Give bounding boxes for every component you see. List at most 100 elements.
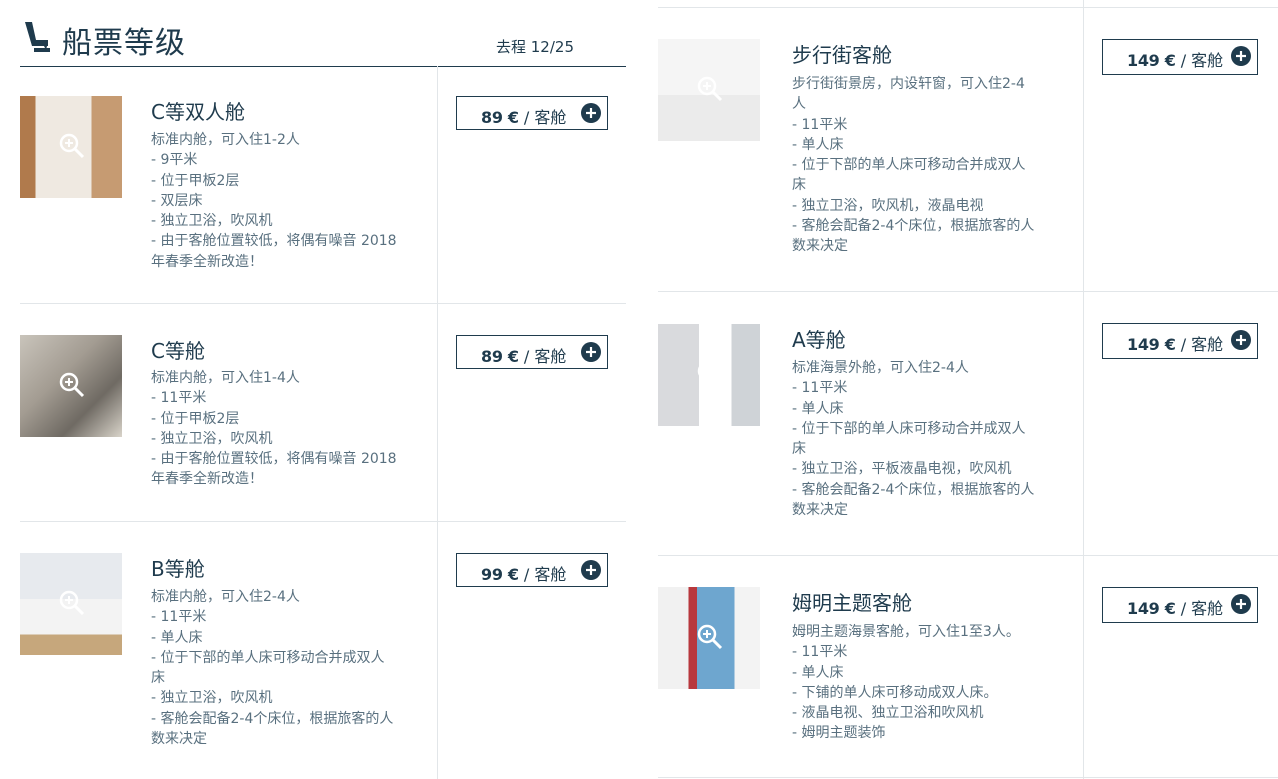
desc-line: - 由于客舱位置较低，将偶有噪音 2018 — [151, 233, 397, 250]
cabin-name: A等舱 — [792, 328, 846, 352]
desc-line: 姆明主题海景客舱，可入住1至3人。 — [792, 624, 1020, 640]
cabin-photo[interactable] — [20, 335, 122, 437]
desc-line: - 位于甲板2层 — [151, 410, 240, 427]
plus-circle-icon — [581, 342, 601, 362]
desc-line: 数来决定 — [792, 502, 848, 519]
zoom-in-icon — [697, 624, 723, 650]
cabin-photo[interactable] — [658, 587, 760, 689]
price-unit: / 客舱 — [1180, 51, 1224, 70]
desc-line: - 位于下部的单人床可移动合并成双人 — [151, 649, 385, 666]
desc-line: 年春季全新改造！ — [151, 253, 263, 270]
price-label: 99 € / 客舱 — [481, 561, 566, 585]
desc-line: - 由于客舱位置较低，将偶有噪音 2018 — [151, 451, 397, 468]
desc-line: - 单人床 — [792, 136, 844, 153]
plus-circle-icon — [581, 560, 601, 580]
price-value: 149 € — [1127, 335, 1176, 354]
cabin-name: B等舱 — [151, 557, 205, 581]
cabin-description: 标准内舱，可入住1-2人 - 9平米 - 位于甲板2层 - 双层床 - 独立卫浴… — [151, 130, 397, 272]
desc-line: 标准海景外舱，可入住2-4人 — [792, 360, 969, 376]
cabin-column-left: 船票等级 去程 12/25 C等双人舱 标准内舱，可入住1-2人 - 9平米 -… — [20, 0, 626, 779]
desc-line: - 独立卫浴，平板液晶电视，吹风机 — [792, 461, 1012, 478]
price-value: 149 € — [1127, 599, 1176, 618]
plus-circle-icon — [1231, 330, 1251, 350]
cabin-description: 标准海景外舱，可入住2-4人 - 11平米 - 单人床 - 位于下部的单人床可移… — [792, 358, 1034, 520]
desc-line: - 位于下部的单人床可移动合并成双人 — [792, 157, 1026, 174]
desc-line: - 客舱会配备2-4个床位，根据旅客的人 — [151, 710, 394, 727]
cabin-description: 标准内舱，可入住1-4人 - 11平米 - 位于甲板2层 - 独立卫浴，吹风机 … — [151, 368, 397, 490]
plus-circle-icon — [1231, 594, 1251, 614]
cabin-column-right: 步行街客舱 步行街街景房，内设轩窗，可入住2-4 人 - 11平米 - 单人床 … — [658, 0, 1278, 779]
cabin-photo[interactable] — [20, 96, 122, 198]
desc-line: 床 — [792, 441, 806, 458]
price-label: 89 € / 客舱 — [481, 104, 566, 128]
cabin-row: C等舱 标准内舱，可入住1-4人 - 11平米 - 位于甲板2层 - 独立卫浴，… — [20, 304, 626, 522]
desc-line: 数来决定 — [151, 731, 207, 748]
price-value: 89 € — [481, 108, 519, 127]
desc-line: - 独立卫浴，吹风机 — [151, 213, 273, 230]
price-unit: / 客舱 — [1180, 335, 1224, 354]
cabin-row: B等舱 标准内舱，可入住2-4人 - 11平米 - 单人床 - 位于下部的单人床… — [20, 522, 626, 779]
desc-line: 标准内舱，可入住1-4人 — [151, 370, 300, 386]
price-value: 99 € — [481, 565, 519, 584]
desc-line: - 11平米 — [792, 116, 848, 133]
price-label: 149 € / 客舱 — [1127, 595, 1223, 619]
cabin-photo[interactable] — [658, 324, 760, 426]
desc-line: 人 — [792, 96, 806, 113]
cabin-row: 姆明主题客舱 姆明主题海景客舱，可入住1至3人。 - 11平米 - 单人床 - … — [658, 556, 1278, 778]
seat-icon — [25, 22, 50, 52]
price-value: 149 € — [1127, 51, 1176, 70]
cabin-photo[interactable] — [20, 553, 122, 655]
add-cabin-button[interactable]: 149 € / 客舱 — [1102, 587, 1258, 623]
desc-line: - 客舱会配备2-4个床位，根据旅客的人 — [792, 481, 1035, 498]
price-unit: / 客舱 — [523, 347, 567, 366]
price-unit: / 客舱 — [523, 108, 567, 127]
cabin-photo[interactable] — [658, 39, 760, 141]
cabin-name: C等双人舱 — [151, 100, 245, 124]
price-value: 89 € — [481, 347, 519, 366]
header: 船票等级 去程 12/25 — [20, 0, 626, 67]
cabin-name: C等舱 — [151, 339, 205, 363]
desc-line: - 独立卫浴，吹风机 — [151, 690, 273, 707]
add-cabin-button[interactable]: 89 € / 客舱 — [456, 335, 608, 369]
desc-line: 标准内舱，可入住2-4人 — [151, 589, 300, 605]
add-cabin-button[interactable]: 149 € / 客舱 — [1102, 39, 1258, 75]
add-cabin-button[interactable]: 89 € / 客舱 — [456, 96, 608, 130]
cabin-name: 步行街客舱 — [792, 43, 892, 67]
zoom-in-icon — [697, 76, 723, 102]
desc-line: - 位于甲板2层 — [151, 172, 240, 189]
desc-line: - 11平米 — [151, 390, 207, 407]
plus-circle-icon — [1231, 46, 1251, 66]
zoom-in-icon — [697, 361, 723, 387]
desc-line: - 独立卫浴，吹风机 — [151, 430, 273, 447]
trip-date: 去程 12/25 — [496, 38, 574, 56]
add-cabin-button[interactable]: 99 € / 客舱 — [456, 553, 608, 587]
desc-line: - 11平米 — [792, 380, 848, 397]
desc-line: 标准内舱，可入住1-2人 — [151, 132, 300, 148]
desc-line: 年春季全新改造！ — [151, 471, 263, 488]
desc-line: - 液晶电视、独立卫浴和吹风机 — [792, 705, 984, 722]
zoom-in-icon — [59, 372, 85, 398]
desc-line: 床 — [792, 177, 806, 194]
desc-line: - 9平米 — [151, 152, 198, 169]
desc-line: - 姆明主题装饰 — [792, 725, 886, 742]
cabin-row: C等双人舱 标准内舱，可入住1-2人 - 9平米 - 位于甲板2层 - 双层床 … — [20, 66, 626, 304]
desc-line: 床 — [151, 670, 165, 687]
price-label: 89 € / 客舱 — [481, 343, 566, 367]
add-cabin-button[interactable]: 149 € / 客舱 — [1102, 323, 1258, 359]
plus-circle-icon — [581, 103, 601, 123]
cabin-description: 姆明主题海景客舱，可入住1至3人。 - 11平米 - 单人床 - 下铺的单人床可… — [792, 622, 1020, 744]
desc-line: - 下铺的单人床可移动成双人床。 — [792, 684, 998, 701]
cabin-name: 姆明主题客舱 — [792, 591, 912, 615]
zoom-in-icon — [59, 133, 85, 159]
desc-line: - 独立卫浴，吹风机，液晶电视 — [792, 197, 984, 214]
price-unit: / 客舱 — [523, 565, 567, 584]
desc-line: - 11平米 — [792, 644, 848, 661]
page-title: 船票等级 — [62, 26, 186, 61]
desc-line: - 单人床 — [792, 664, 844, 681]
cabin-description: 标准内舱，可入住2-4人 - 11平米 - 单人床 - 位于下部的单人床可移动合… — [151, 587, 393, 749]
desc-line: - 客舱会配备2-4个床位，根据旅客的人 — [792, 218, 1035, 235]
price-unit: / 客舱 — [1180, 599, 1224, 618]
desc-line: - 11平米 — [151, 609, 207, 626]
desc-line: - 位于下部的单人床可移动合并成双人 — [792, 420, 1026, 437]
desc-line: - 单人床 — [792, 400, 844, 417]
